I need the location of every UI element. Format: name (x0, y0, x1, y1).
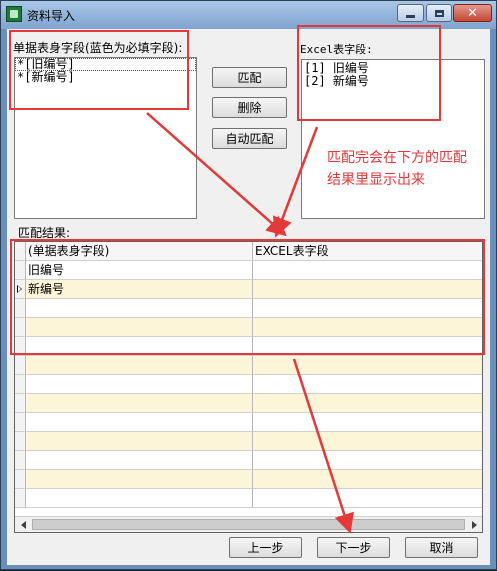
annotation-arrows (146, 112, 354, 534)
arrow-from-excel-fields (272, 126, 319, 238)
arrow-to-next-button (292, 358, 354, 534)
import-dialog-window: 资料导入 ✕ 单据表身字段(蓝色为必填字段): *[旧编号] *[新编号] 匹配… (0, 0, 497, 570)
arrow-from-document-fields (146, 112, 287, 237)
